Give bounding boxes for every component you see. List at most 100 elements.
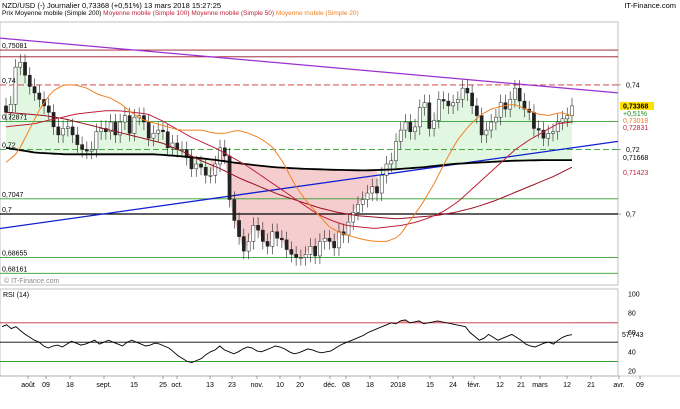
left-level-label: 0,72871 xyxy=(2,114,27,121)
left-level-label: 0,68161 xyxy=(2,266,27,273)
candle-body xyxy=(394,141,398,162)
candle-body xyxy=(470,92,474,107)
left-level-label: 0,72 xyxy=(2,142,16,149)
candle-body xyxy=(546,133,551,139)
candle-body xyxy=(123,115,127,123)
candle-body xyxy=(318,241,322,257)
candle-body xyxy=(365,192,370,200)
x-tick-label: 24 xyxy=(449,382,457,389)
candle-body xyxy=(565,115,570,120)
x-tick-label: août xyxy=(21,382,35,389)
candle-body xyxy=(370,186,375,194)
candle-body xyxy=(451,102,455,107)
candle-body xyxy=(436,99,441,121)
candle-body xyxy=(151,133,156,139)
x-tick-label: 15 xyxy=(426,382,434,389)
rsi-panel-frame xyxy=(0,288,619,377)
x-tick-label: 12 xyxy=(496,382,504,389)
x-tick-label: déc. xyxy=(323,382,336,389)
x-tick-label: nov. xyxy=(251,382,264,389)
x-tick-label: 18 xyxy=(366,382,374,389)
candle-body xyxy=(161,129,165,132)
candle-body xyxy=(142,115,146,123)
candle-body xyxy=(265,241,270,247)
candle-body xyxy=(308,246,313,255)
rsi-tick-label: 40 xyxy=(628,349,636,356)
candle-body xyxy=(280,237,284,241)
candle-body xyxy=(189,157,194,170)
x-tick-label: sept. xyxy=(96,382,111,389)
candle-body xyxy=(484,129,489,136)
change-label: +0,51% xyxy=(623,111,647,118)
x-tick-label: mars xyxy=(532,382,548,389)
candle-body xyxy=(75,134,80,145)
candle-body xyxy=(299,257,303,259)
x-tick-label: 2018 xyxy=(390,382,406,389)
candle-body xyxy=(475,105,479,116)
candle-body xyxy=(303,254,308,258)
candle-body xyxy=(232,199,237,221)
candle-body xyxy=(498,102,503,118)
left-level-label: 0,7047 xyxy=(2,192,24,199)
candle-body xyxy=(237,220,241,237)
candle-body xyxy=(513,87,517,100)
candle-body xyxy=(327,237,332,242)
x-tick-label: 25 xyxy=(159,382,167,389)
candle-body xyxy=(113,121,118,136)
candle-body xyxy=(389,160,394,165)
rsi-last-value: 57,743 xyxy=(622,332,644,339)
x-tick-label: 21 xyxy=(587,382,595,389)
x-tick-label: oct. xyxy=(171,382,182,389)
x-tick-label: 08 xyxy=(342,382,350,389)
price-and-rsi-chart: 0,75081 0,74 0,72871 0,72 0,7047 0,7 0,68655 0,… xyxy=(0,21,680,389)
x-tick-label: 12 xyxy=(563,382,571,389)
y-tick-label: 0,72 xyxy=(626,147,640,154)
rsi-title: RSI (14) xyxy=(3,292,29,299)
candle-body xyxy=(222,147,227,157)
price-panel: 0,75081 0,74 0,72871 0,72 0,7047 0,7 0,68655 0,… xyxy=(0,21,654,286)
x-tick-label: 13 xyxy=(206,382,214,389)
watermark: © IT-Finance.com xyxy=(4,277,60,285)
candle-body xyxy=(146,121,151,139)
candle-body xyxy=(61,128,65,136)
y-tick-label: 0,7 xyxy=(626,212,636,219)
x-tick-label: 20 xyxy=(296,382,304,389)
candle-body xyxy=(18,62,23,68)
candle-body xyxy=(313,246,318,257)
candle-body xyxy=(208,175,213,177)
candle-body xyxy=(13,66,18,105)
candle-body xyxy=(27,74,32,87)
candle-body xyxy=(270,231,275,247)
candle-body xyxy=(199,163,203,168)
candle-body xyxy=(37,92,42,100)
candle-body xyxy=(346,221,351,236)
x-tick-label: 18 xyxy=(66,382,74,389)
candle-body xyxy=(294,254,298,258)
candle-body xyxy=(465,87,470,94)
candle-body xyxy=(260,229,265,242)
left-level-label: 0,7 xyxy=(2,207,12,214)
x-tick-label: 21 xyxy=(517,382,525,389)
left-level-label: 0,74 xyxy=(2,78,16,85)
left-level-label: 0,68655 xyxy=(2,250,27,257)
candle-body xyxy=(351,212,356,223)
candle-body xyxy=(536,128,541,131)
candle-body xyxy=(508,99,513,110)
rsi-panel: RSI (14) 1008060402057,743 xyxy=(0,288,644,377)
candle-body xyxy=(89,149,94,152)
y-tick-label: 0,74 xyxy=(626,82,640,89)
ma-value-label: 0,71423 xyxy=(623,170,648,177)
candle-body xyxy=(379,175,384,194)
x-tick-label: 10 xyxy=(276,382,284,389)
candle-body xyxy=(455,99,460,103)
candle-body xyxy=(127,115,132,134)
candle-body xyxy=(398,129,403,142)
candle-body xyxy=(494,116,498,123)
x-tick-label: févr. xyxy=(467,382,480,389)
candle-body xyxy=(403,121,408,131)
candle-body xyxy=(4,105,8,113)
candle-body xyxy=(332,241,337,249)
candle-body xyxy=(517,87,522,102)
candle-body xyxy=(413,126,417,132)
candle-body xyxy=(560,118,565,123)
